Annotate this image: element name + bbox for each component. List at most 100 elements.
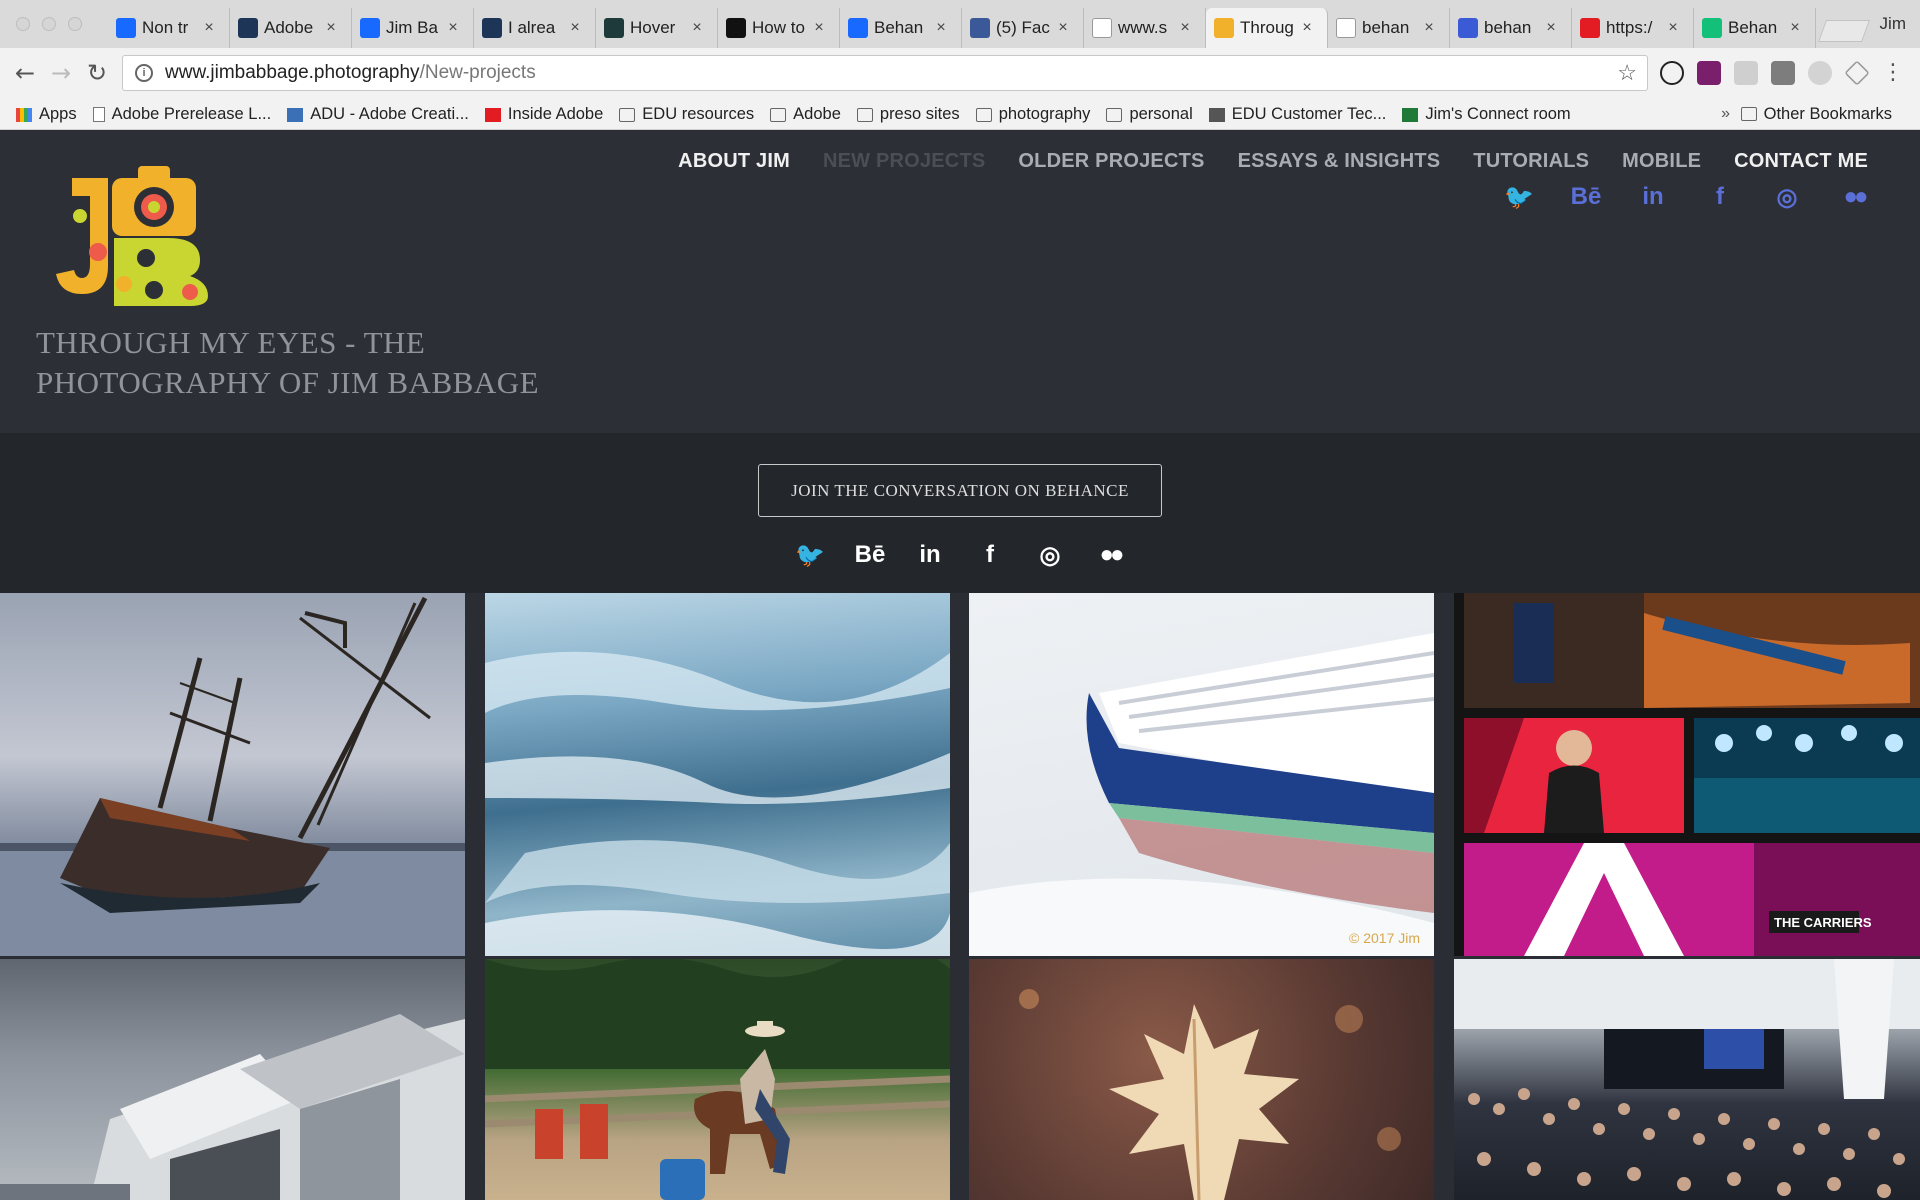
bookmarks-overflow-icon[interactable]: »	[1721, 100, 1730, 128]
nav-tutorials[interactable]: TUTORIALS	[1473, 150, 1589, 173]
close-tab-icon[interactable]: ×	[689, 19, 705, 37]
close-tab-icon[interactable]: ×	[445, 19, 461, 37]
leaf-photo[interactable]	[969, 959, 1434, 1200]
folder-icon	[770, 107, 787, 122]
nav-about-jim[interactable]: ABOUT JIM	[678, 150, 790, 173]
chat-extension-icon[interactable]	[1734, 61, 1758, 85]
browser-tab[interactable]: Behan ×	[840, 8, 962, 48]
bookmark-item[interactable]: Adobe	[770, 105, 841, 124]
browser-tab[interactable]: behan ×	[1450, 8, 1572, 48]
event-collage-photo[interactable]: THE CARRIERS	[1454, 593, 1920, 956]
site-title[interactable]: THROUGH MY EYES - THE PHOTOGRAPHY OF JIM…	[36, 323, 636, 403]
bookmark-item[interactable]: Jim's Connect room	[1402, 105, 1571, 124]
close-tab-icon[interactable]: ×	[567, 19, 583, 37]
other-bookmarks[interactable]: Other Bookmarks	[1740, 100, 1892, 128]
minimize-window-button[interactable]	[42, 17, 56, 31]
linkedin-icon[interactable]: in	[1639, 183, 1667, 211]
bookmark-star-icon[interactable]: ☆	[1617, 56, 1637, 90]
behance-icon[interactable]: Bē	[855, 541, 886, 569]
flickr-icon[interactable]: ●●	[1096, 541, 1125, 569]
bookmark-item[interactable]: ADU - Adobe Creati...	[287, 105, 469, 124]
flickr-icon[interactable]: ●●	[1840, 183, 1869, 211]
forward-icon[interactable]: →	[48, 60, 74, 86]
bookmark-item[interactable]: preso sites	[856, 105, 960, 124]
browser-tab[interactable]: (5) Fac ×	[962, 8, 1084, 48]
back-icon[interactable]: ←	[12, 60, 38, 86]
browser-tab[interactable]: Jim Ba ×	[352, 8, 474, 48]
browser-tab[interactable]: behan ×	[1328, 8, 1450, 48]
site-info-icon[interactable]: i	[135, 64, 153, 82]
close-tab-icon[interactable]: ×	[201, 19, 217, 37]
close-tab-icon[interactable]: ×	[1543, 19, 1559, 37]
nav-contact-me[interactable]: CONTACT ME	[1734, 150, 1868, 173]
linkedin-icon[interactable]: in	[916, 541, 944, 569]
medium-icon	[1702, 18, 1722, 38]
instagram-icon[interactable]: ◎	[1773, 183, 1801, 211]
cloud-extension-icon[interactable]	[1808, 61, 1832, 85]
close-tab-icon[interactable]: ×	[1787, 19, 1803, 37]
reload-icon[interactable]: ↻	[84, 60, 110, 86]
twitter-icon[interactable]: 🐦	[795, 541, 825, 569]
close-tab-icon[interactable]: ×	[933, 19, 949, 37]
bookmark-item[interactable]: EDU resources	[619, 105, 754, 124]
whatsapp-extension-icon[interactable]	[1660, 61, 1684, 85]
bookmark-item[interactable]: EDU Customer Tec...	[1208, 105, 1386, 124]
nav-older-projects[interactable]: OLDER PROJECTS	[1018, 150, 1204, 173]
tab-title: www.s	[1118, 18, 1168, 37]
close-tab-icon[interactable]: ×	[1299, 19, 1315, 37]
bookmark-item[interactable]: Apps	[16, 105, 77, 124]
ice-photo[interactable]	[485, 593, 950, 956]
bookmark-item[interactable]: photography	[975, 105, 1090, 124]
profile-name[interactable]: Jim	[1880, 14, 1906, 34]
main-nav: ABOUT JIM NEW PROJECTS OLDER PROJECTS ESSAY…	[645, 150, 1868, 173]
boat-in-snow-photo[interactable]: © 2017 Jim	[969, 593, 1434, 956]
browser-tab[interactable]: Hover ×	[596, 8, 718, 48]
close-tab-icon[interactable]: ×	[1665, 19, 1681, 37]
diamond-extension-icon[interactable]	[1844, 60, 1870, 86]
browser-tab[interactable]: Throug ×	[1206, 8, 1328, 48]
nav-essays-insights[interactable]: ESSAYS & INSIGHTS	[1238, 150, 1441, 173]
browser-tab[interactable]: How to ×	[718, 8, 840, 48]
bookmark-item[interactable]: Adobe Prerelease L...	[92, 105, 271, 124]
close-tab-icon[interactable]: ×	[323, 19, 339, 37]
crowd-photo[interactable]	[1454, 959, 1920, 1200]
join-behance-button[interactable]: JOIN THE CONVERSATION ON BEHANCE	[758, 464, 1162, 517]
browser-tab[interactable]: I alrea ×	[474, 8, 596, 48]
instagram-icon[interactable]: ◎	[1036, 541, 1064, 569]
onenote-extension-icon[interactable]	[1697, 61, 1721, 85]
bookmark-item[interactable]: Inside Adobe	[484, 105, 603, 124]
browser-tab[interactable]: Behan ×	[1694, 8, 1816, 48]
ship-photo[interactable]	[0, 593, 465, 956]
facebook-icon[interactable]: f	[1706, 183, 1734, 211]
rodeo-photo[interactable]	[485, 959, 950, 1200]
menu-icon[interactable]: ⋮	[1880, 60, 1906, 86]
behance-icon[interactable]: Bē	[1571, 183, 1602, 211]
other-bookmarks-label: Other Bookmarks	[1763, 105, 1892, 123]
browser-tab[interactable]: https:/ ×	[1572, 8, 1694, 48]
bookmark-label: EDU resources	[642, 105, 755, 123]
address-bar[interactable]: i www.jimbabbage.photography/New-project…	[122, 55, 1648, 91]
facebook-icon[interactable]: f	[976, 541, 1004, 569]
browser-tab[interactable]: Non tr ×	[108, 8, 230, 48]
browser-tab[interactable]: Adobe ×	[230, 8, 352, 48]
new-tab-button[interactable]	[1817, 20, 1871, 42]
jb-logo-icon[interactable]	[50, 156, 230, 306]
nav-new-projects[interactable]: NEW PROJECTS	[823, 150, 985, 173]
tab-title: behan	[1484, 18, 1532, 37]
building-photo[interactable]	[0, 959, 465, 1200]
bookmark-item[interactable]: personal	[1106, 105, 1193, 124]
nav-mobile[interactable]: MOBILE	[1622, 150, 1701, 173]
tab-title: Behan	[1728, 18, 1778, 37]
star-badge-icon	[1458, 18, 1478, 38]
maximize-window-button[interactable]	[68, 17, 82, 31]
folder-icon	[975, 107, 992, 122]
browser-tab[interactable]: www.s ×	[1084, 8, 1206, 48]
close-tab-icon[interactable]: ×	[1177, 19, 1193, 37]
close-tab-icon[interactable]: ×	[811, 19, 827, 37]
close-tab-icon[interactable]: ×	[1055, 19, 1071, 37]
photo-extension-icon[interactable]	[1771, 61, 1795, 85]
folder-icon	[619, 107, 636, 122]
close-window-button[interactable]	[16, 17, 30, 31]
twitter-icon[interactable]: 🐦	[1504, 183, 1534, 211]
close-tab-icon[interactable]: ×	[1421, 19, 1437, 37]
